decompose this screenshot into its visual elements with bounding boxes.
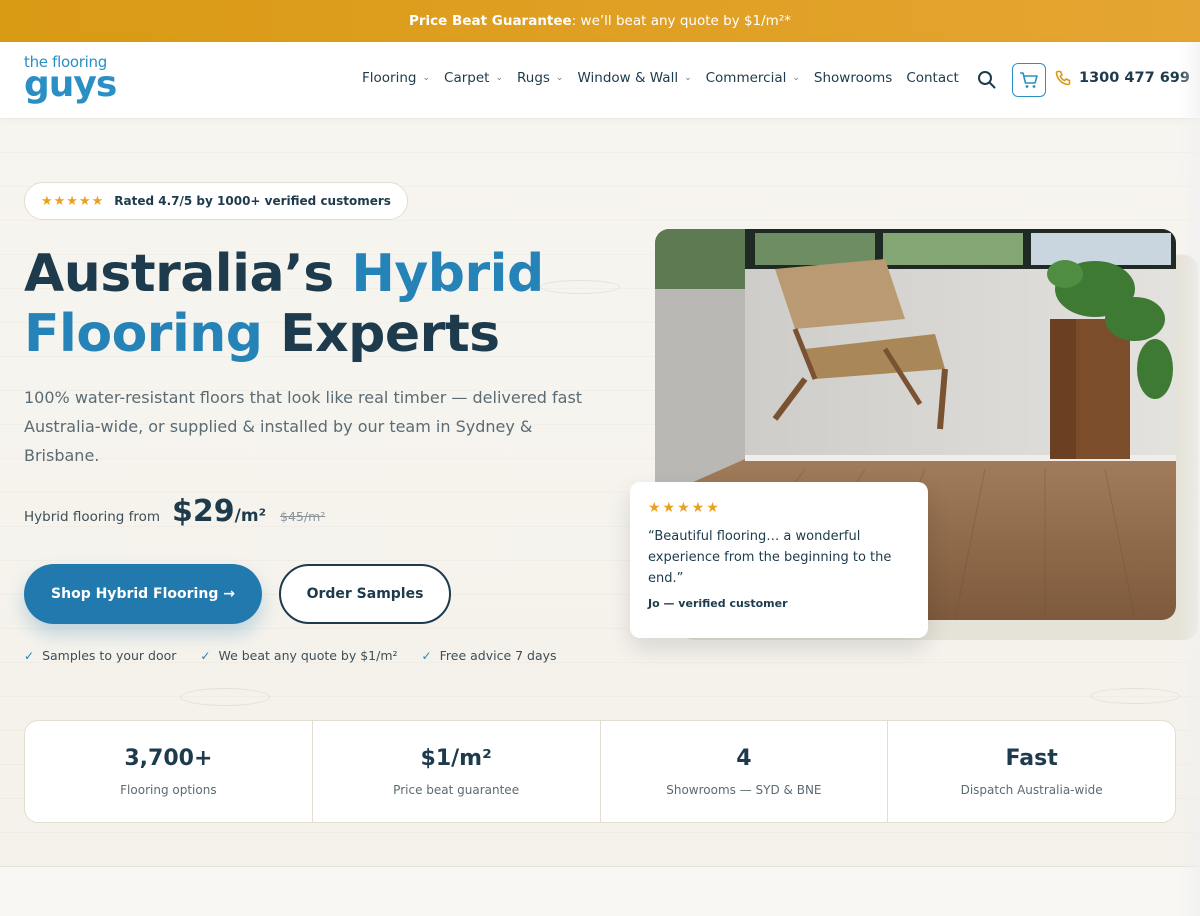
review-author: Jo — verified customer <box>648 597 788 610</box>
stat-label: Showrooms — SYD & BNE <box>666 783 822 797</box>
hero-title-part2: Experts <box>262 304 500 364</box>
review-text: “Beautiful flooring… a wonderful experie… <box>648 529 892 586</box>
hero-title-accent2: Flooring <box>24 304 263 364</box>
nav-item-label: Window & Wall <box>577 70 679 86</box>
announcement-bold: Price Beat Guarantee <box>409 13 572 29</box>
nav-item-label: Carpet <box>444 70 490 86</box>
stat-item: $1/m² Price beat guarantee <box>313 721 601 822</box>
stat-value: Fast <box>1005 746 1058 771</box>
search-icon <box>978 71 996 89</box>
nav-item-flooring[interactable]: Flooring ⌄ <box>362 70 430 86</box>
chevron-down-icon: ⌄ <box>422 73 431 83</box>
hero-title-part1: Australia’s <box>24 244 352 304</box>
nav-item-window-wall[interactable]: Window & Wall ⌄ <box>577 70 691 86</box>
announcement-text: : we’ll beat any quote by $1/m²* <box>571 13 791 29</box>
rating-badge: ★★★★★ Rated 4.7/5 by 1000+ verified cust… <box>24 182 408 220</box>
wood-knot-decoration <box>180 688 270 706</box>
stat-value: $1/m² <box>420 746 492 771</box>
stat-item: 3,700+ Flooring options <box>25 721 313 822</box>
stat-value: 4 <box>736 746 752 771</box>
hero-subtitle: 100% water-resistant floors that look li… <box>24 388 583 465</box>
check-icon: ✓ <box>24 648 35 663</box>
price-unit: /m² <box>234 506 267 526</box>
phone-number: 1300 477 699 <box>1079 70 1190 86</box>
perks-list: ✓ Samples to your door ✓ We beat any quo… <box>24 648 557 663</box>
stat-value: 3,700+ <box>124 746 213 771</box>
nav-item-label: Commercial <box>705 70 787 86</box>
shop-hybrid-flooring-button[interactable]: Shop Hybrid Flooring → <box>24 564 262 624</box>
check-icon: ✓ <box>200 648 211 663</box>
stat-item: 4 Showrooms — SYD & BNE <box>601 721 889 822</box>
nav-item-label: Rugs <box>516 70 550 86</box>
cart-icon <box>1020 72 1038 88</box>
stats-bar: 3,700+ Flooring options $1/m² Price beat… <box>24 720 1176 823</box>
cart-button[interactable] <box>1012 63 1046 97</box>
phone-icon <box>1055 70 1071 86</box>
logo[interactable]: the flooring guys <box>24 54 117 105</box>
search-button[interactable] <box>976 69 998 91</box>
nav-item-label: Showrooms <box>813 70 893 86</box>
price-label: Hybrid flooring from <box>24 509 161 525</box>
hero-title-accent1: Hybrid <box>351 244 544 304</box>
chevron-down-icon: ⌄ <box>495 73 503 83</box>
scrollbar-gutter <box>1178 42 1200 916</box>
next-section <box>0 867 1200 916</box>
nav-item-carpet[interactable]: Carpet ⌄ <box>444 70 503 86</box>
stat-item: Fast Dispatch Australia-wide <box>888 721 1175 822</box>
price-old: $45/m² <box>280 509 326 524</box>
perk-label: Free advice 7 days <box>439 648 557 663</box>
nav-item-label: Contact <box>906 70 959 86</box>
price-row: Hybrid flooring from $29 /m² $45/m² <box>24 494 325 529</box>
perk-label: Samples to your door <box>42 648 177 663</box>
chevron-down-icon: ⌄ <box>555 73 564 83</box>
perk-item: ✓ Samples to your door <box>24 648 176 663</box>
nav-item-contact[interactable]: Contact <box>906 70 959 86</box>
chevron-down-icon: ⌄ <box>792 73 800 83</box>
logo-line2: guys <box>24 64 117 105</box>
perk-label: We beat any quote by $1/m² <box>218 648 398 663</box>
chevron-down-icon: ⌄ <box>684 73 692 83</box>
price-now: $29 <box>172 494 235 529</box>
nav-item-commercial[interactable]: Commercial ⌄ <box>706 70 800 86</box>
stat-label: Price beat guarantee <box>393 783 520 797</box>
rating-stars-icon: ★★★★★ <box>41 193 105 209</box>
check-icon: ✓ <box>421 648 432 663</box>
stat-label: Flooring options <box>120 783 217 797</box>
perk-item: ✓ Free advice 7 days <box>422 648 557 663</box>
hero-title: Australia’s Hybrid Flooring Experts <box>24 244 584 364</box>
order-samples-button[interactable]: Order Samples <box>279 564 451 624</box>
nav-item-rugs[interactable]: Rugs ⌄ <box>517 70 563 86</box>
nav-item-showrooms[interactable]: Showrooms <box>814 70 892 86</box>
announcement-bar: Price Beat Guarantee: we’ll beat any quo… <box>0 0 1200 42</box>
perk-item: ✓ We beat any quote by $1/m² <box>200 648 397 663</box>
main-nav: Flooring ⌄ Carpet ⌄ Rugs ⌄ Window & Wall ⌄ C… <box>362 70 973 86</box>
review-card: ★★★★★ “Beautiful flooring… a wonderful e… <box>630 482 928 638</box>
wood-knot-decoration <box>1090 688 1180 704</box>
rating-text: Rated 4.7/5 by 1000+ verified customers <box>114 194 391 208</box>
stat-label: Dispatch Australia-wide <box>960 783 1103 797</box>
phone-link[interactable]: 1300 477 699 <box>1055 70 1190 86</box>
review-stars-icon: ★★★★★ <box>648 500 721 516</box>
nav-item-label: Flooring <box>362 70 417 86</box>
site-header: the flooring guys Flooring ⌄ Carpet ⌄ Rugs… <box>0 42 1200 118</box>
